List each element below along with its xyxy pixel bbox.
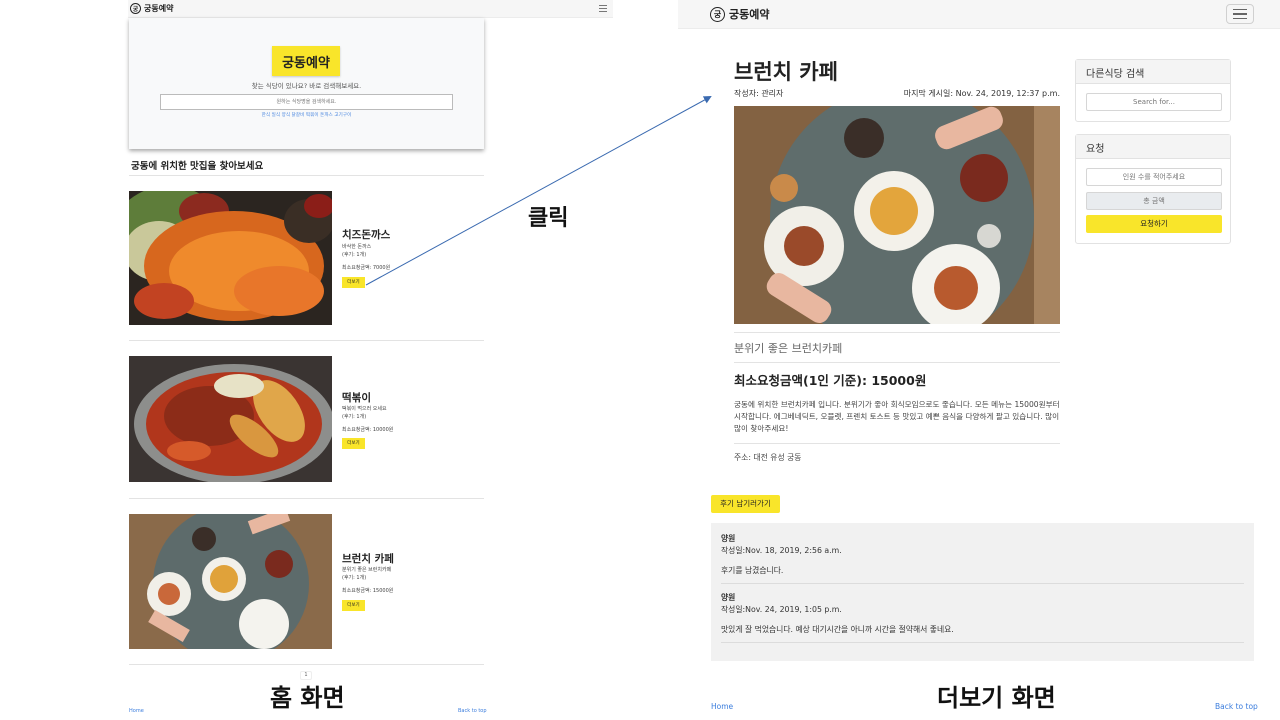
- review-count: (후기: 1개): [342, 575, 367, 581]
- divider: [129, 498, 484, 499]
- review-author: 양원: [721, 593, 736, 602]
- review-author: 양원: [721, 534, 736, 543]
- logo-icon: 궁: [710, 6, 725, 22]
- post-body: 궁동에 위치한 브런치카페 입니다. 분위기가 좋아 회식모임으로도 좋습니다.…: [734, 400, 1060, 434]
- home-brand[interactable]: 궁 궁동예약: [130, 3, 173, 14]
- footer-home-link[interactable]: Home: [129, 708, 144, 714]
- divider: [129, 175, 484, 176]
- request-card-title: 요청: [1076, 135, 1230, 159]
- review-count: (후기: 1개): [342, 414, 367, 420]
- comparison-stage: 궁 궁동예약 궁동예약 찾는 식당이 있나요? 바로 검색해보세요. 한식 일식…: [0, 0, 1280, 720]
- tteokbokki-image[interactable]: [129, 356, 332, 482]
- more-button[interactable]: 더보기: [342, 600, 365, 611]
- home-hero: 궁동예약 찾는 식당이 있나요? 바로 검색해보세요. 한식 일식 양식 닭갈비…: [129, 18, 484, 149]
- divider: [129, 664, 484, 665]
- logo-icon: 궁: [130, 3, 141, 14]
- post-last-posted: 마지막 게시일: Nov. 24, 2019, 12:37 p.m.: [903, 89, 1060, 98]
- restaurant-name: 치즈돈까스: [342, 229, 391, 241]
- restaurant-name: 브런치 카페: [342, 553, 394, 565]
- category-links[interactable]: 한식 일식 양식 닭갈비 떡볶이 돈까스 고기구이: [129, 112, 484, 118]
- post-subtitle: 분위기 좋은 브런치카페: [734, 342, 843, 355]
- detail-navbar: 궁 궁동예약: [678, 0, 1280, 29]
- hero-title: 궁동예약: [272, 46, 340, 76]
- divider: [734, 362, 1060, 363]
- more-button[interactable]: 더보기: [342, 438, 365, 449]
- menu-icon[interactable]: [597, 4, 609, 14]
- min-price: 최소요청금액: 10000원: [342, 427, 394, 433]
- review-text: 후기를 남겼습니다.: [721, 566, 784, 575]
- post-author: 작성자: 관리자: [734, 89, 784, 98]
- footer-home-link[interactable]: Home: [711, 702, 733, 711]
- footer-back-to-top-link[interactable]: Back to top: [1215, 702, 1258, 711]
- review-count: (후기: 1개): [342, 252, 367, 258]
- restaurant-desc: 떡볶이 먹으러 오세요: [342, 406, 387, 412]
- divider: [721, 583, 1244, 584]
- post-min-price: 최소요청금액(1인 기준): 15000원: [734, 373, 927, 388]
- request-card: 요청 요청하기: [1075, 134, 1231, 244]
- divider: [721, 642, 1244, 643]
- brunch-cafe-photo: [734, 106, 1060, 324]
- request-button[interactable]: 요청하기: [1086, 215, 1222, 233]
- restaurant-name: 떡볶이: [342, 392, 371, 404]
- post-title: 브런치 카페: [734, 60, 838, 84]
- min-price: 최소요청금액: 7000원: [342, 265, 391, 271]
- divider: [734, 332, 1060, 333]
- footer-back-to-top-link[interactable]: Back to top: [458, 708, 487, 714]
- detail-brand[interactable]: 궁 궁동예약: [710, 6, 769, 22]
- home-brand-label: 궁동예약: [144, 4, 174, 13]
- review-list: 양원 작성일:Nov. 18, 2019, 2:56 a.m. 후기를 남겼습니…: [711, 523, 1254, 661]
- review-date: 작성일:Nov. 18, 2019, 2:56 a.m.: [721, 546, 842, 555]
- min-price: 최소요청금액: 15000원: [342, 588, 394, 594]
- restaurant-search-input[interactable]: [160, 94, 453, 110]
- detail-screen-caption: 더보기 화면: [937, 684, 1056, 712]
- hero-subtitle: 찾는 식당이 있나요? 바로 검색해보세요.: [251, 82, 362, 90]
- home-screen-caption: 홈 화면: [270, 684, 345, 712]
- write-review-button[interactable]: 후기 남기러가기: [711, 495, 780, 513]
- search-card: 다른식당 검색: [1075, 59, 1231, 122]
- post-address: 주소: 대전 유성 궁동: [734, 453, 802, 462]
- home-section-heading: 궁동에 위치한 맛집을 찾아보세요: [131, 161, 264, 172]
- search-card-title: 다른식당 검색: [1076, 60, 1230, 84]
- divider: [734, 443, 1060, 444]
- search-input[interactable]: [1086, 93, 1222, 111]
- people-count-input[interactable]: [1086, 168, 1222, 186]
- restaurant-desc: 바삭한 돈까스: [342, 244, 372, 250]
- detail-brand-label: 궁동예약: [729, 8, 770, 21]
- review-date: 작성일:Nov. 24, 2019, 1:05 p.m.: [721, 605, 842, 614]
- cheese-tonkatsu-image[interactable]: [129, 191, 332, 325]
- review-text: 맛있게 잘 먹었습니다. 예상 대기시간을 아니까 시간을 절약해서 좋네요.: [721, 625, 954, 634]
- total-amount-field: [1086, 192, 1222, 210]
- restaurant-desc: 분위기 좋은 브런치카페: [342, 567, 392, 573]
- more-button[interactable]: 더보기: [342, 277, 365, 288]
- brunch-cafe-image[interactable]: [129, 514, 332, 649]
- home-navbar: 궁 궁동예약: [128, 0, 613, 18]
- divider: [129, 340, 484, 341]
- click-annotation-label: 클릭: [528, 206, 569, 231]
- menu-icon[interactable]: [1226, 4, 1254, 24]
